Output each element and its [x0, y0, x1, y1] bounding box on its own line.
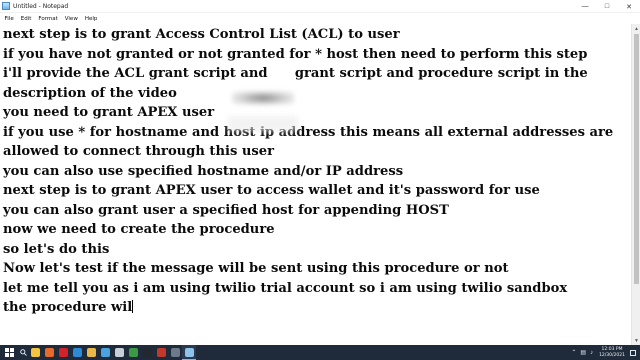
opera-taskbar-button[interactable]	[56, 345, 70, 360]
menu-view[interactable]: View	[61, 16, 81, 22]
text-line: you need to grant APEX user	[3, 105, 215, 120]
maximize-button[interactable]: □	[596, 0, 618, 13]
text-line: you can also grant user a specified host…	[3, 202, 449, 218]
start-button[interactable]	[0, 345, 18, 360]
photos-taskbar-button[interactable]	[98, 345, 112, 360]
menu-file[interactable]: File	[1, 16, 17, 22]
taskbar: ⌃ ▤ ♪ 12:03 PM 12/30/2021	[0, 345, 640, 360]
text-line: description of the video	[3, 85, 177, 101]
text-editor[interactable]: next step is to grant Access Control Lis…	[0, 24, 631, 345]
current-line-text: the procedure wil	[3, 300, 133, 315]
windows-logo-icon	[4, 348, 14, 357]
edge-icon	[72, 348, 82, 357]
app-taskbar-button[interactable]	[168, 345, 182, 360]
scroll-up-arrow-icon[interactable]: ▲	[632, 24, 640, 33]
opera-icon	[58, 348, 68, 357]
text-line: next step is to grant APEX user to acces…	[3, 183, 540, 198]
snipping-icon	[114, 348, 124, 357]
clock[interactable]: 12:03 PM 12/30/2021	[599, 347, 625, 358]
network-icon[interactable]: ▤	[580, 349, 586, 356]
text-line: next step is to grant Access Control Lis…	[3, 27, 400, 42]
text-line: you can also use specified hostname and/…	[3, 163, 404, 179]
notepad-icon	[184, 347, 194, 357]
notification-icon[interactable]	[630, 349, 636, 356]
window-controls: — □ ✕	[574, 0, 640, 13]
scroll-down-arrow-icon[interactable]: ▼	[632, 336, 640, 345]
menu-edit[interactable]: Edit	[17, 16, 35, 22]
text-line: i'll provide the ACL grant script and gr…	[3, 66, 588, 81]
chrome-icon	[128, 348, 138, 357]
minimize-button[interactable]: —	[574, 0, 596, 13]
menu-format[interactable]: Format	[35, 16, 61, 22]
pinned-apps	[28, 345, 196, 360]
text-line: if you use * for hostname and host ip ad…	[3, 124, 614, 140]
terminal-taskbar-button[interactable]	[140, 345, 154, 360]
search-icon	[19, 349, 27, 356]
folder-icon	[86, 348, 96, 357]
firefox-icon	[44, 348, 54, 357]
text-line: if you have not granted or not granted f…	[3, 46, 588, 62]
volume-icon[interactable]: ♪	[590, 350, 593, 356]
database-taskbar-button[interactable]	[154, 345, 168, 360]
text-line: Now let's test if the message will be se…	[3, 261, 509, 276]
title-bar: Untitled - Notepad — □ ✕	[0, 0, 640, 13]
vertical-scrollbar[interactable]: ▲ ▼	[631, 24, 640, 345]
text-line: so let's do this	[3, 241, 110, 257]
terminal-icon	[142, 348, 152, 357]
database-icon	[156, 348, 166, 357]
edge-taskbar-button[interactable]	[70, 345, 84, 360]
notepad-app-icon	[2, 2, 10, 10]
blur-redaction	[232, 91, 294, 105]
text-caret	[132, 300, 134, 313]
menu-bar: File Edit Format View Help	[0, 13, 640, 24]
app-icon	[170, 348, 180, 357]
text-line: now we need to create the procedure	[3, 222, 275, 237]
chevron-up-icon[interactable]: ⌃	[571, 349, 576, 356]
menu-help[interactable]: Help	[81, 16, 101, 22]
blur-smudge	[228, 116, 298, 132]
notepad-taskbar-button[interactable]	[182, 345, 196, 360]
text-line: let me tell you as i am using twilio tri…	[3, 280, 568, 296]
folder-taskbar-button[interactable]	[84, 345, 98, 360]
text-line: allowed to connect through this user	[3, 144, 275, 159]
scrollbar-thumb[interactable]	[634, 34, 639, 284]
file-explorer-taskbar-button[interactable]	[28, 345, 42, 360]
text-line-current: the procedure wil	[3, 300, 134, 316]
file-explorer-icon	[30, 348, 40, 357]
window-title: Untitled - Notepad	[13, 2, 69, 10]
close-button[interactable]: ✕	[618, 0, 640, 13]
chrome-taskbar-button[interactable]	[126, 345, 140, 360]
snipping-taskbar-button[interactable]	[112, 345, 126, 360]
photos-icon	[100, 348, 110, 357]
search-button[interactable]	[18, 345, 28, 360]
system-tray: ⌃ ▤ ♪ 12:03 PM 12/30/2021	[571, 345, 636, 360]
clock-date: 12/30/2021	[599, 352, 625, 358]
firefox-taskbar-button[interactable]	[42, 345, 56, 360]
